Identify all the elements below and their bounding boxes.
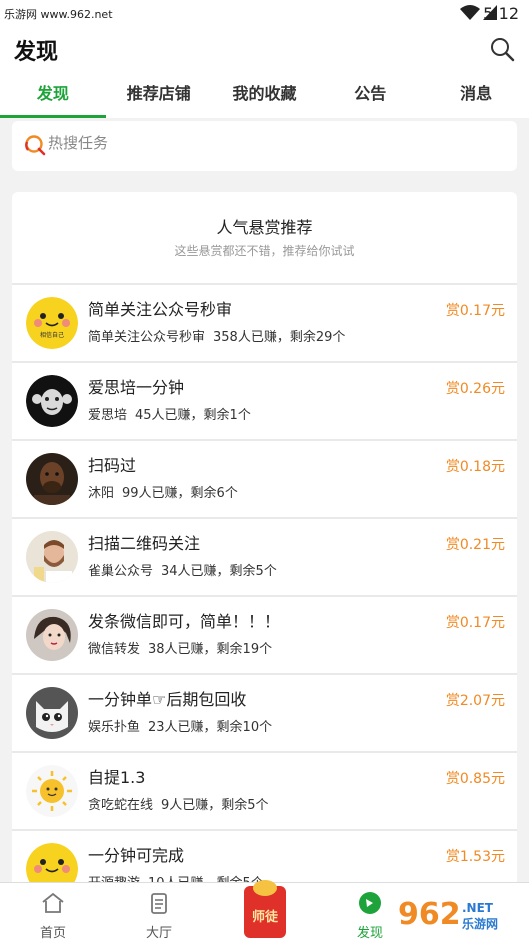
avatar bbox=[26, 375, 78, 427]
task-title: 一分钟单☞后期包回收 bbox=[88, 690, 247, 709]
avatar bbox=[26, 687, 78, 739]
task-meta: 沐阳 99人已赚，剩余6个 bbox=[88, 482, 238, 501]
task-progress: 38人已赚，剩余19个 bbox=[148, 642, 273, 657]
hot-search-bar[interactable]: 热搜任务 bbox=[12, 121, 517, 171]
nav-master-label: 师徒 bbox=[251, 910, 278, 925]
task-item[interactable]: 相信自己 简单关注公众号秒审 简单关注公众号秒审 358人已赚，剩余29个 赏0.… bbox=[12, 283, 517, 361]
search-icon[interactable] bbox=[489, 36, 515, 62]
nav-hall[interactable]: 大厅 bbox=[106, 883, 212, 941]
task-publisher: 娱乐扑鱼 bbox=[88, 720, 141, 735]
nav-home-label: 首页 bbox=[39, 926, 66, 941]
task-item[interactable]: 发条微信即可，简单！！！ 微信转发 38人已赚，剩余19个 赏0.17元 bbox=[12, 595, 517, 673]
task-meta: 简单关注公众号秒审 358人已赚，剩余29个 bbox=[88, 326, 345, 345]
task-meta: 微信转发 38人已赚，剩余19个 bbox=[88, 638, 272, 657]
tab-messages[interactable]: 消息 bbox=[423, 72, 529, 118]
task-publisher: 沐阳 bbox=[88, 486, 115, 501]
task-progress: 23人已赚，剩余10个 bbox=[148, 720, 273, 735]
task-title: 爱思培一分钟 bbox=[88, 378, 185, 397]
avatar bbox=[26, 765, 78, 817]
home-icon bbox=[42, 892, 64, 913]
task-title: 扫描二维码关注 bbox=[88, 534, 201, 553]
recommend-title: 人气悬赏推荐 bbox=[216, 218, 313, 237]
nav-hall-label: 大厅 bbox=[145, 926, 172, 941]
task-title: 简单关注公众号秒审 bbox=[88, 300, 233, 319]
avatar: 相信自己 bbox=[26, 297, 78, 349]
recommend-header: 人气悬赏推荐 这些悬赏都还不错，推荐给你试试 bbox=[12, 192, 517, 282]
hot-search-icon bbox=[25, 135, 46, 156]
task-progress: 9人已赚，剩余5个 bbox=[161, 798, 269, 813]
task-reward: 赏0.18元 bbox=[445, 459, 505, 475]
page-title: 发现 bbox=[14, 40, 59, 65]
clock: 5:12 bbox=[483, 4, 519, 23]
status-bar: 乐游网 www.962.net 5:12 bbox=[0, 0, 529, 28]
task-publisher: 简单关注公众号秒审 bbox=[88, 330, 206, 345]
svg-text:相信自己: 相信自己 bbox=[40, 331, 64, 339]
task-reward: 赏0.17元 bbox=[445, 615, 505, 631]
avatar bbox=[26, 609, 78, 661]
task-title: 一分钟可完成 bbox=[88, 846, 185, 865]
hot-search-placeholder: 热搜任务 bbox=[48, 134, 109, 152]
task-reward: 赏2.07元 bbox=[445, 693, 505, 709]
task-progress: 45人已赚，剩余1个 bbox=[135, 408, 251, 423]
task-meta: 娱乐扑鱼 23人已赚，剩余10个 bbox=[88, 716, 272, 735]
avatar bbox=[26, 453, 78, 505]
task-progress: 34人已赚，剩余5个 bbox=[161, 564, 277, 579]
task-title: 扫码过 bbox=[88, 456, 137, 475]
avatar bbox=[26, 531, 78, 583]
red-envelope-icon bbox=[253, 880, 277, 896]
962-logo: 962 .NET 乐游网 bbox=[392, 892, 522, 934]
task-title: 自提1.3 bbox=[88, 768, 146, 787]
nav-master[interactable]: 师徒 bbox=[244, 880, 286, 938]
watermark-text: 乐游网 www.962.net bbox=[4, 8, 113, 21]
clipboard-icon bbox=[151, 893, 167, 914]
task-publisher: 雀巢公众号 bbox=[88, 564, 154, 579]
recommend-subtitle: 这些悬赏都还不错，推荐给你试试 bbox=[174, 244, 355, 258]
task-publisher: 微信转发 bbox=[88, 642, 141, 657]
task-item[interactable]: 爱思培一分钟 爱思培 45人已赚，剩余1个 赏0.26元 bbox=[12, 361, 517, 439]
task-item[interactable]: 扫码过 沐阳 99人已赚，剩余6个 赏0.18元 bbox=[12, 439, 517, 517]
task-meta: 贪吃蛇在线 9人已赚，剩余5个 bbox=[88, 794, 269, 813]
tab-my-favorites[interactable]: 我的收藏 bbox=[212, 72, 318, 118]
top-tabs: 发现 推荐店铺 我的收藏 公告 消息 bbox=[0, 72, 529, 118]
task-reward: 赏0.17元 bbox=[445, 303, 505, 319]
tab-recommended-shops[interactable]: 推荐店铺 bbox=[106, 72, 212, 118]
task-publisher: 爱思培 bbox=[88, 408, 128, 423]
task-progress: 358人已赚，剩余29个 bbox=[213, 330, 346, 345]
task-reward: 赏0.26元 bbox=[445, 381, 505, 397]
task-list: 相信自己 简单关注公众号秒审 简单关注公众号秒审 358人已赚，剩余29个 赏0.… bbox=[12, 283, 517, 907]
discover-icon bbox=[359, 892, 381, 914]
app-bar: 发现 bbox=[0, 28, 529, 72]
task-item[interactable]: 一分钟单☞后期包回收 娱乐扑鱼 23人已赚，剩余10个 赏2.07元 bbox=[12, 673, 517, 751]
tab-announcements[interactable]: 公告 bbox=[317, 72, 423, 118]
wifi-icon bbox=[460, 5, 480, 20]
task-item[interactable]: 扫描二维码关注 雀巢公众号 34人已赚，剩余5个 赏0.21元 bbox=[12, 517, 517, 595]
task-progress: 99人已赚，剩余6个 bbox=[122, 486, 238, 501]
task-meta: 爱思培 45人已赚，剩余1个 bbox=[88, 404, 251, 423]
tab-discover[interactable]: 发现 bbox=[0, 72, 106, 118]
task-reward: 赏1.53元 bbox=[445, 849, 505, 865]
task-publisher: 贪吃蛇在线 bbox=[88, 798, 154, 813]
svg-text:.NET: .NET bbox=[462, 901, 494, 915]
task-reward: 赏0.21元 bbox=[445, 537, 505, 553]
task-meta: 雀巢公众号 34人已赚，剩余5个 bbox=[88, 560, 277, 579]
nav-home[interactable]: 首页 bbox=[0, 883, 106, 941]
svg-text:乐游网: 乐游网 bbox=[462, 916, 498, 931]
task-title: 发条微信即可，简单！！！ bbox=[88, 612, 281, 631]
task-item[interactable]: 自提1.3 贪吃蛇在线 9人已赚，剩余5个 赏0.85元 bbox=[12, 751, 517, 829]
task-reward: 赏0.85元 bbox=[445, 771, 505, 787]
svg-text:962: 962 bbox=[398, 897, 461, 932]
